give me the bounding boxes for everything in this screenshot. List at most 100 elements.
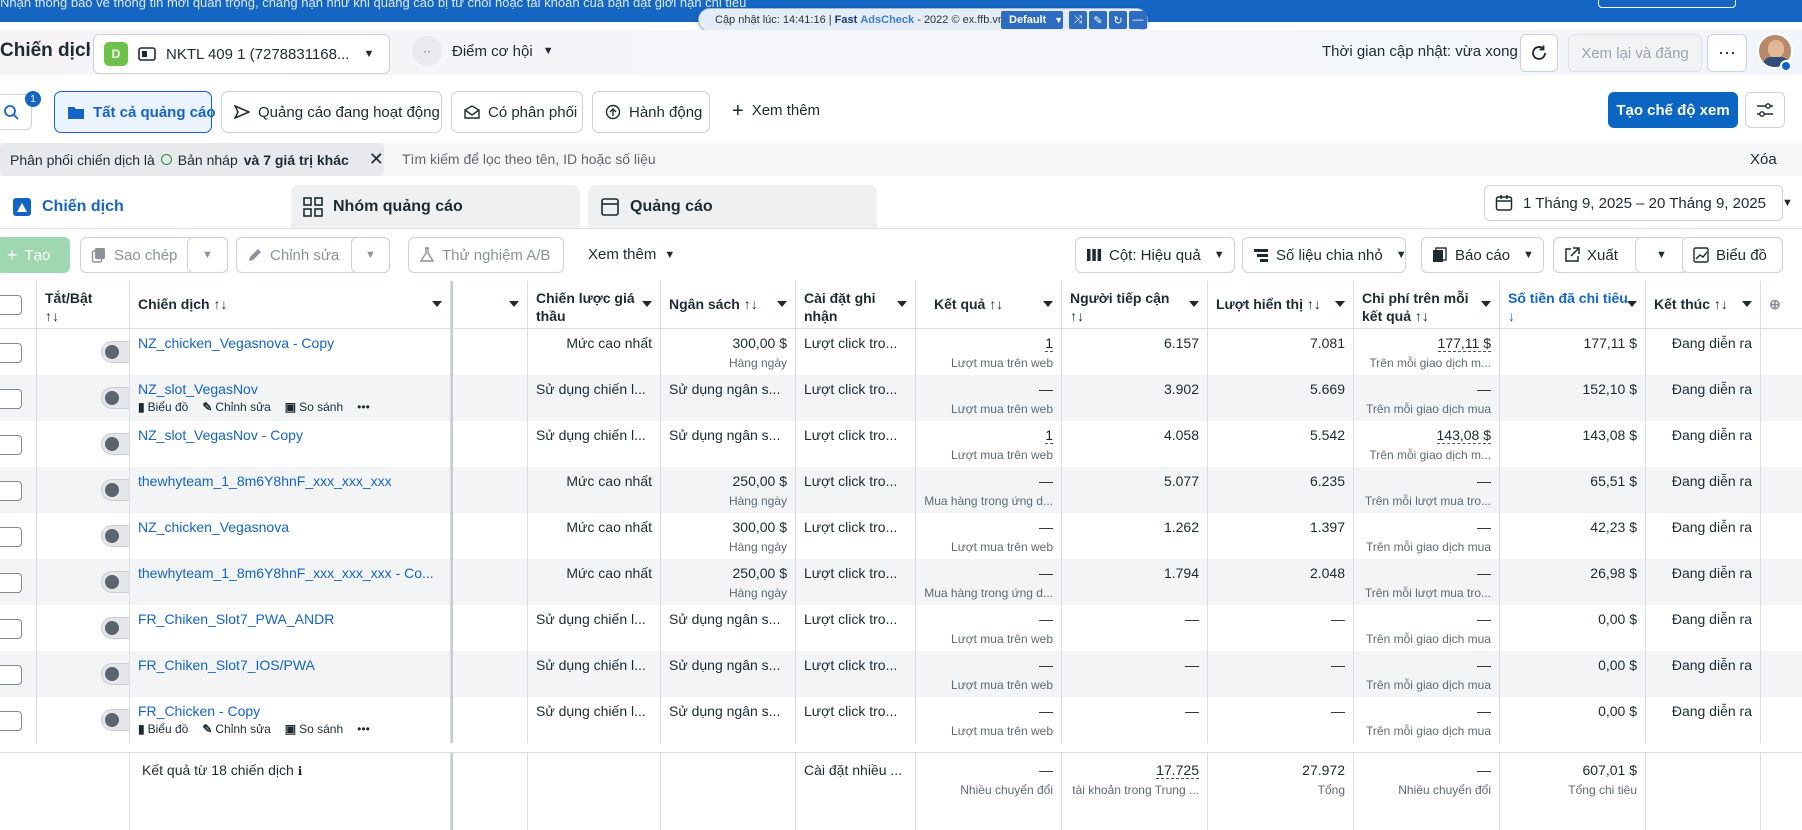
row-checkbox[interactable] (0, 527, 22, 547)
export-menu-button[interactable]: ▼ (1635, 237, 1688, 273)
row-checkbox[interactable] (0, 343, 22, 363)
attribution-cell: Lượt click tro... (796, 513, 916, 559)
row-chart-action[interactable]: ▮ Biểu đồ (138, 400, 188, 414)
select-all-checkbox[interactable] (0, 295, 22, 315)
filter-search-input[interactable]: Tìm kiếm để lọc theo tên, ID hoặc số liệ… (402, 151, 656, 167)
edit-icon[interactable]: ✎ (1089, 11, 1107, 29)
col-ends[interactable]: Kết thúc ↑↓ (1646, 281, 1761, 329)
campaign-name-link[interactable]: NZ_slot_VegasNov - Copy (138, 427, 303, 443)
charts-button[interactable]: Biểu đồ (1682, 237, 1783, 273)
tab-campaigns[interactable]: Chiến dịch (0, 185, 283, 229)
table-row[interactable]: FR_Chicken - Copy ▮ Biểu đồ ✎ Chỉnh sửa ▣ So s… (0, 697, 1802, 743)
tab-actions[interactable]: Hành động (592, 91, 710, 133)
row-checkbox[interactable] (0, 711, 22, 731)
col-delivery[interactable] (451, 281, 528, 329)
col-toggle[interactable]: Tắt/Bật ↑↓ (37, 281, 130, 329)
opportunity-score[interactable]: ·· Điểm cơ hội ▼ (412, 36, 554, 66)
tab-all-ads[interactable]: Tất cả quảng cáo (54, 91, 216, 133)
row-checkbox[interactable] (0, 389, 22, 409)
campaign-toggle[interactable] (101, 433, 129, 455)
table-row[interactable]: NZ_slot_VegasNov - Copy Sử dụng chiến l..… (0, 421, 1802, 467)
col-bid-strategy[interactable]: Chiến lược giá thầu (528, 281, 661, 329)
tab-ad-sets[interactable]: Nhóm quảng cáo (291, 185, 580, 229)
col-budget[interactable]: Ngân sách ↑↓ (661, 281, 796, 329)
table-row[interactable]: thewhyteam_1_8m6Y8hnF_xxx_xxx_xxx - Co..… (0, 559, 1802, 605)
row-checkbox[interactable] (0, 481, 22, 501)
campaign-toggle[interactable] (101, 571, 129, 593)
row-chart-action[interactable]: ▮ Biểu đồ (138, 722, 188, 736)
table-row[interactable]: FR_Chiken_Slot7_PWA_ANDR Sử dụng chiến l.… (0, 605, 1802, 651)
table-row[interactable]: NZ_chicken_Vegasnova Mức cao nhất 300,00 $… (0, 513, 1802, 559)
duplicate-menu-button[interactable]: ▼ (187, 237, 228, 273)
tab-delivering[interactable]: Có phân phối (451, 91, 583, 133)
table-row[interactable]: FR_Chiken_Slot7_IOS/PWA Sử dụng chiến l..… (0, 651, 1802, 697)
ab-test-button[interactable]: Thử nghiệm A/B (408, 237, 564, 273)
columns-button[interactable]: Cột: Hiệu quả ▼ (1075, 237, 1235, 273)
campaign-name-link[interactable]: NZ_chicken_Vegasnova - Copy (138, 335, 334, 351)
date-range-picker[interactable]: 1 Tháng 9, 2025 – 20 Tháng 9, 2025 ▼ (1484, 185, 1793, 221)
table-row[interactable]: thewhyteam_1_8m6Y8hnF_xxx_xxx_xxx Mức cao… (0, 467, 1802, 513)
close-icon[interactable]: ✕ (369, 149, 384, 170)
col-campaign[interactable]: Chiến dịch ↑↓ (130, 281, 451, 329)
minimize-icon[interactable]: — (1129, 11, 1147, 29)
col-results[interactable]: Kết quả ↑↓ (916, 281, 1062, 329)
cpr-sub: Trên mỗi lượt mua tro... (1364, 586, 1491, 600)
row-compare-action[interactable]: ▣ So sánh (285, 722, 343, 736)
row-checkbox[interactable] (0, 619, 22, 639)
refresh-button[interactable] (1520, 34, 1558, 72)
campaign-name-link[interactable]: thewhyteam_1_8m6Y8hnF_xxx_xxx_xxx - Co..… (138, 565, 434, 581)
table-row[interactable]: NZ_chicken_Vegasnova - Copy Mức cao nhất 3… (0, 329, 1802, 375)
spent-cell: 152,10 $ (1500, 375, 1646, 421)
campaign-name-link[interactable]: thewhyteam_1_8m6Y8hnF_xxx_xxx_xxx (138, 473, 392, 489)
col-reach[interactable]: Người tiếp cận ↑↓ (1062, 281, 1208, 329)
more-icon[interactable]: ••• (357, 722, 370, 736)
campaign-name-link[interactable]: FR_Chicken - Copy (138, 703, 260, 719)
table-row[interactable]: NZ_slot_VegasNov ▮ Biểu đồ ✎ Chỉnh sửa ▣ So sá… (0, 375, 1802, 421)
account-selector[interactable]: D NKTL 409 1 (7278831168... ▼ (93, 34, 390, 74)
info-icon[interactable]: ℹ (298, 764, 303, 778)
clear-filters-button[interactable]: Xóa (1750, 151, 1777, 168)
row-checkbox[interactable] (0, 435, 22, 455)
campaign-name-link[interactable]: NZ_slot_VegasNov (138, 381, 258, 397)
campaign-name-link[interactable]: NZ_chicken_Vegasnova (138, 519, 289, 535)
create-button[interactable]: + Tạo (0, 237, 70, 273)
row-end-cell (1761, 559, 1802, 605)
row-edit-action[interactable]: ✎ Chỉnh sửa (202, 722, 270, 736)
campaign-toggle[interactable] (101, 663, 129, 685)
review-publish-button[interactable]: Xem lại và đăng (1568, 34, 1702, 72)
tabs-more-button[interactable]: + Xem thêm (732, 101, 820, 121)
row-compare-action[interactable]: ▣ So sánh (285, 400, 343, 414)
toolbar-more-button[interactable]: Xem thêm ▼ (588, 246, 675, 263)
edit-menu-button[interactable]: ▼ (351, 237, 390, 273)
action-icon (605, 104, 621, 120)
campaign-toggle[interactable] (101, 617, 129, 639)
create-view-button[interactable]: Tạo chế độ xem (1608, 92, 1738, 128)
filter-chip[interactable]: Phân phối chiến dịch là Bản nháp và 7 gi… (0, 143, 384, 176)
col-impressions[interactable]: Lượt hiển thị ↑↓ (1208, 281, 1354, 329)
campaign-toggle[interactable] (101, 387, 129, 409)
view-settings-button[interactable] (1745, 92, 1785, 128)
banner-button[interactable] (1598, 0, 1736, 8)
breakdown-button[interactable]: Số liệu chia nhỏ ▼ (1242, 237, 1407, 273)
campaign-toggle[interactable] (101, 525, 129, 547)
more-icon[interactable]: ••• (357, 400, 370, 414)
campaign-toggle[interactable] (101, 479, 129, 501)
campaign-toggle[interactable] (101, 341, 129, 363)
refresh-icon[interactable]: ↻ (1109, 11, 1127, 29)
add-column-button[interactable]: ⊕ (1761, 281, 1802, 329)
col-attribution[interactable]: Cài đặt ghi nhận (796, 281, 916, 329)
col-amount-spent[interactable]: Số tiền đã chi tiêu ↓ (1500, 281, 1646, 329)
campaign-name-link[interactable]: FR_Chiken_Slot7_PWA_ANDR (138, 611, 334, 627)
row-checkbox[interactable] (0, 665, 22, 685)
shuffle-icon[interactable]: ⤨ (1069, 11, 1087, 29)
campaign-toggle[interactable] (101, 709, 129, 731)
more-options-button[interactable]: ⋯ (1707, 34, 1747, 72)
reports-button[interactable]: Báo cáo ▼ (1421, 237, 1544, 273)
tab-ads[interactable]: Quảng cáo (588, 185, 877, 229)
col-cost-per-result[interactable]: Chi phí trên mỗi kết quả ↑↓ (1354, 281, 1500, 329)
tab-active-ads[interactable]: Quảng cáo đang hoạt động (221, 91, 442, 133)
row-edit-action[interactable]: ✎ Chỉnh sửa (202, 400, 270, 414)
ext-preset-select[interactable]: Default ▼ (1001, 11, 1063, 29)
row-checkbox[interactable] (0, 573, 22, 593)
campaign-name-link[interactable]: FR_Chiken_Slot7_IOS/PWA (138, 657, 315, 673)
